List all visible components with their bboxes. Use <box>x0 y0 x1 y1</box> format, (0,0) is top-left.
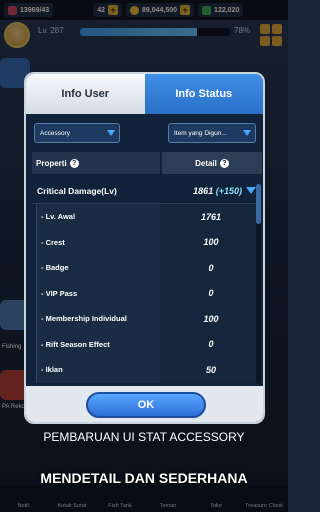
status-content: Accessory Item yang Digun... Properti ? … <box>26 114 263 422</box>
header-detail-label: Detail <box>195 158 217 168</box>
ok-button[interactable]: OK <box>86 392 206 418</box>
promo-caption-bottom: MENDETAIL DAN SEDERHANA <box>40 470 248 486</box>
row-value: 0 <box>160 280 262 306</box>
stats-table: Properti ? Detail ? Critical Damage(Lv) … <box>32 152 262 422</box>
chevron-down-icon <box>107 130 115 136</box>
header-property-label: Properti <box>36 158 67 168</box>
collapse-arrow-icon[interactable] <box>246 187 256 194</box>
critical-damage-row[interactable]: Critical Damage(Lv) 1861 (+150) <box>32 178 262 204</box>
tab-info-user[interactable]: Info User <box>26 74 145 114</box>
header-detail: Detail ? <box>160 152 262 174</box>
row-value: 0 <box>160 331 262 357</box>
item-filter-dropdown[interactable]: Item yang Digun... <box>168 123 256 143</box>
row-label: - Membership Individual <box>36 306 160 332</box>
table-row: - Iklan 50 <box>32 357 262 383</box>
row-value: 1761 <box>160 204 262 230</box>
table-row: - Crest 100 <box>32 229 262 255</box>
table-row: - VIP Pass 0 <box>32 280 262 306</box>
scrollbar[interactable] <box>256 184 261 384</box>
row-value: 50 <box>160 357 262 383</box>
row-value: 100 <box>160 229 262 255</box>
table-header: Properti ? Detail ? <box>32 152 262 174</box>
critical-damage-bonus: (+150) <box>215 185 242 196</box>
info-modal: Info User Info Status Accessory Item yan… <box>24 72 265 424</box>
header-property: Properti ? <box>32 152 160 174</box>
help-icon[interactable]: ? <box>219 158 229 168</box>
row-label: - Crest <box>36 229 160 255</box>
critical-damage-total: 1861 <box>193 185 214 196</box>
modal-tabs: Info User Info Status <box>26 74 263 114</box>
row-label: - VIP Pass <box>36 280 160 306</box>
table-row: - Lv. Awal 1761 <box>32 204 262 230</box>
row-value: 0 <box>160 255 262 281</box>
category-dropdown-value: Accessory <box>40 129 70 137</box>
stat-breakdown: - Lv. Awal 1761 - Crest 100 - Badge 0 - … <box>32 204 262 383</box>
scrollbar-thumb[interactable] <box>256 184 261 224</box>
chevron-down-icon <box>243 130 251 136</box>
category-dropdown[interactable]: Accessory <box>34 123 120 143</box>
table-row: - Rift Season Effect 0 <box>32 331 262 357</box>
promo-caption-top: PEMBARUAN UI STAT ACCESSORY <box>43 430 245 444</box>
table-row: - Badge 0 <box>32 255 262 281</box>
row-label: - Rift Season Effect <box>36 331 160 357</box>
row-value: 100 <box>160 306 262 332</box>
critical-damage-value: 1861 (+150) <box>182 186 246 196</box>
row-label: - Iklan <box>36 357 160 383</box>
row-label: - Lv. Awal <box>36 204 160 230</box>
item-filter-value: Item yang Digun... <box>174 129 227 137</box>
row-label: - Badge <box>36 255 160 281</box>
table-row: - Membership Individual 100 <box>32 306 262 332</box>
tab-info-status[interactable]: Info Status <box>144 74 263 114</box>
modal-footer: OK <box>26 386 263 422</box>
help-icon[interactable]: ? <box>69 158 79 168</box>
critical-damage-label: Critical Damage(Lv) <box>37 185 117 196</box>
